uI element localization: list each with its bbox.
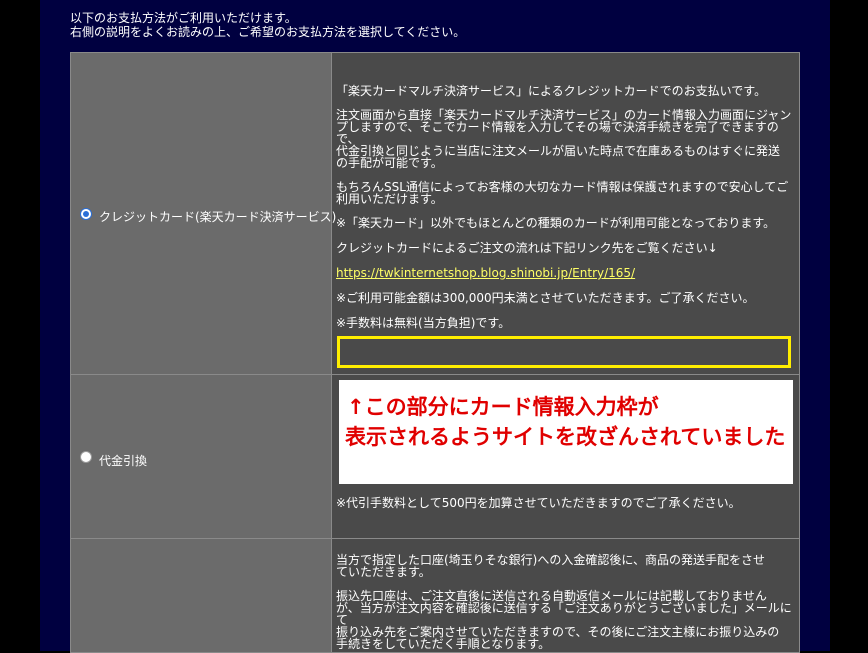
desc-text: 「楽天カードマルチ決済サービス」によるクレジットカードでのお支払いです。 xyxy=(336,84,767,98)
desc-text: 利用いただけます。 xyxy=(336,192,443,206)
desc-text: の手配が可能です。 xyxy=(336,156,443,170)
cod-label[interactable]: 代金引換 xyxy=(99,452,147,469)
payment-row-bank: 当方で指定した口座(埼玉りそな銀行)への入金確認後に、商品の発送手配をさせ てい… xyxy=(70,538,800,653)
payment-option-cell[interactable] xyxy=(70,538,332,653)
intro-line-1: 以下のお支払方法がご利用いただけます。 xyxy=(70,11,297,25)
annotation-line-2: 表示されるようサイトを改ざんされていました xyxy=(345,425,786,449)
payment-row-credit: クレジットカード(楽天カード決済サービス) 「楽天カードマルチ決済サービス」によ… xyxy=(70,52,800,375)
desc-text: クレジットカードによるご注文の流れは下記リンク先をご覧ください↓ xyxy=(336,241,718,255)
desc-text: が、当方が注文内容を確認後に送信する「ご注文ありがとうございました」メールにて xyxy=(336,601,792,627)
injected-card-form-highlight xyxy=(337,336,791,368)
credit-card-radio[interactable] xyxy=(80,208,92,220)
payment-option-cell[interactable]: クレジットカード(楽天カード決済サービス) xyxy=(70,52,336,375)
intro-line-2: 右側の説明をよくお読みの上、ご希望のお支払方法を選択してください。 xyxy=(70,25,466,39)
credit-card-label[interactable]: クレジットカード(楽天カード決済サービス) xyxy=(99,208,336,225)
desc-text: ※手数料は無料(当方負担)です。 xyxy=(336,316,511,330)
desc-text: ていただきます。 xyxy=(336,565,431,579)
annotation-callout: ↑この部分にカード情報入力枠が 表示されるようサイトを改ざんされていました xyxy=(339,380,793,484)
desc-text: 手続きをしていただく手順となります。 xyxy=(336,637,551,651)
credit-card-description: 「楽天カードマルチ決済サービス」によるクレジットカードでのお支払いです。 注文画… xyxy=(331,52,800,375)
intro-text: 以下のお支払方法がご利用いただけます。 右側の説明をよくお読みの上、ご希望のお支… xyxy=(70,11,465,39)
desc-text: ※「楽天カード」以外でもほとんどの種類のカードが利用可能となっております。 xyxy=(336,216,776,230)
desc-text: ※代引手数料として500円を加算させていただきますのでご了承ください。 xyxy=(336,496,741,510)
desc-text: プしますので、そこでカード情報を入力してその場で決済手続きを完了できますので、 xyxy=(336,120,779,146)
payment-option-cell[interactable]: 代金引換 xyxy=(70,374,332,539)
desc-text: ※ご利用可能金額は300,000円未満とさせていただきます。ご了承ください。 xyxy=(336,291,755,305)
bank-transfer-description: 当方で指定した口座(埼玉りそな銀行)への入金確認後に、商品の発送手配をさせ てい… xyxy=(331,538,800,653)
entry-link[interactable]: https://twkinternetshop.blog.shinobi.jp/… xyxy=(336,266,635,280)
annotation-line-1: ↑この部分にカード情報入力枠が xyxy=(347,395,659,419)
cod-radio[interactable] xyxy=(80,451,92,463)
